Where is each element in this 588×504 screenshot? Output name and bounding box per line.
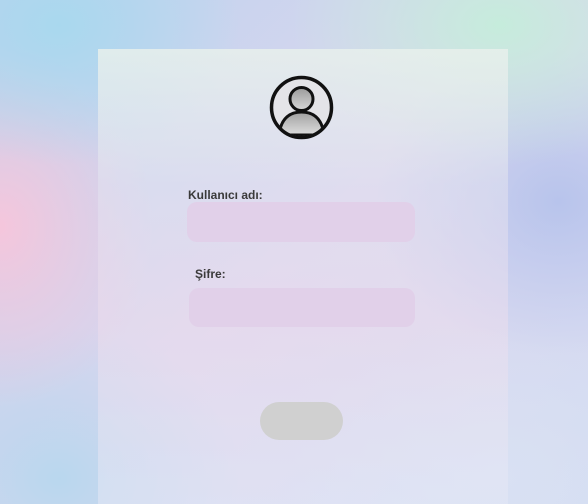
username-label: Kullanıcı adı: — [188, 188, 263, 202]
login-button[interactable] — [260, 402, 343, 440]
password-input[interactable] — [189, 288, 415, 327]
username-input[interactable] — [187, 202, 415, 242]
password-label: Şifre: — [195, 267, 226, 281]
user-avatar-icon — [269, 75, 334, 140]
